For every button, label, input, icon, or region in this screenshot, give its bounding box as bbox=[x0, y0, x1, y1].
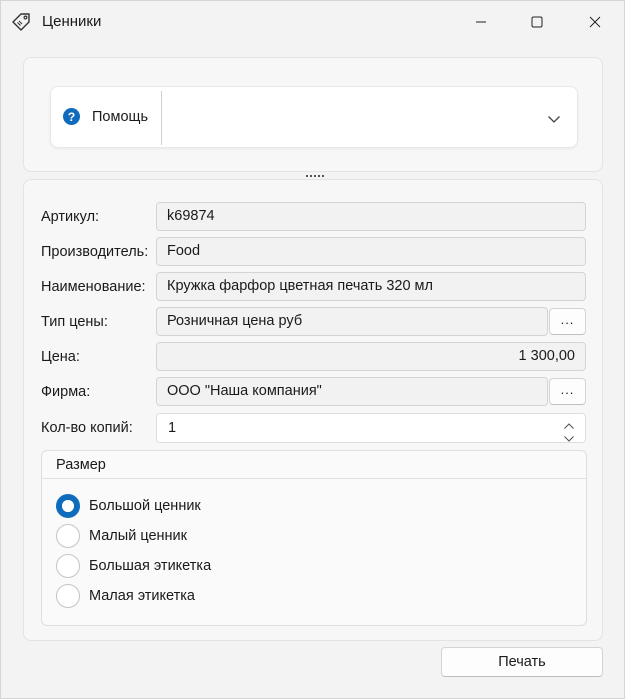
maximize-button[interactable] bbox=[509, 1, 565, 43]
name-field[interactable]: Кружка фарфор цветная печать 320 мл bbox=[156, 272, 586, 301]
radio-button[interactable] bbox=[56, 554, 80, 578]
close-icon bbox=[589, 16, 601, 28]
question-circle-icon: ? bbox=[63, 108, 80, 125]
price-type-field[interactable]: Розничная цена руб bbox=[156, 307, 548, 336]
radio-label: Большая этикетка bbox=[89, 558, 212, 574]
firm-label: Фирма: bbox=[41, 384, 91, 400]
article-label: Артикул: bbox=[41, 209, 100, 225]
print-button[interactable]: Печать bbox=[441, 647, 603, 677]
chevron-down-icon[interactable] bbox=[547, 111, 561, 127]
price-type-browse-button[interactable]: ... bbox=[549, 308, 586, 335]
price-type-label: Тип цены: bbox=[41, 314, 108, 330]
minimize-icon bbox=[475, 16, 487, 28]
name-label: Наименование: bbox=[41, 279, 146, 295]
size-group-title: Размер bbox=[56, 457, 106, 473]
radio-button-checked[interactable] bbox=[56, 494, 80, 518]
firm-field[interactable]: ООО "Наша компания" bbox=[156, 377, 548, 406]
size-group: Размер Большой ценник Малый ценник Больш… bbox=[41, 450, 587, 626]
copies-stepper[interactable]: 1 bbox=[156, 413, 586, 443]
title-bar[interactable]: Ценники bbox=[1, 1, 624, 43]
window: Ценники ? Помощь Артикул: k69874 Произво… bbox=[0, 0, 625, 699]
help-label: Помощь bbox=[92, 109, 149, 125]
panel-splitter[interactable] bbox=[304, 171, 324, 179]
maximize-icon bbox=[531, 16, 543, 28]
help-expander[interactable]: ? Помощь bbox=[50, 86, 578, 148]
price-field[interactable]: 1 300,00 bbox=[156, 342, 586, 371]
form-panel: Артикул: k69874 Производитель: Food Наим… bbox=[23, 179, 603, 641]
radio-large-label[interactable]: Большая этикетка bbox=[56, 554, 356, 580]
radio-button[interactable] bbox=[56, 584, 80, 608]
close-button[interactable] bbox=[567, 1, 623, 43]
radio-label: Малый ценник bbox=[89, 528, 187, 544]
size-group-divider bbox=[42, 478, 586, 479]
minimize-button[interactable] bbox=[453, 1, 509, 43]
manufacturer-field[interactable]: Food bbox=[156, 237, 586, 266]
price-tag-icon bbox=[10, 12, 32, 34]
copies-label: Кол-во копий: bbox=[41, 420, 133, 436]
window-title: Ценники bbox=[42, 13, 102, 30]
manufacturer-label: Производитель: bbox=[41, 244, 149, 260]
radio-label: Малая этикетка bbox=[89, 588, 195, 604]
radio-label: Большой ценник bbox=[89, 498, 201, 514]
radio-large-price-tag[interactable]: Большой ценник bbox=[56, 494, 356, 520]
firm-browse-button[interactable]: ... bbox=[549, 378, 586, 405]
radio-small-label[interactable]: Малая этикетка bbox=[56, 584, 356, 610]
article-field[interactable]: k69874 bbox=[156, 202, 586, 231]
copies-value[interactable]: 1 bbox=[168, 420, 176, 436]
price-label: Цена: bbox=[41, 349, 80, 365]
help-panel: ? Помощь bbox=[23, 57, 603, 172]
radio-small-price-tag[interactable]: Малый ценник bbox=[56, 524, 356, 550]
chevron-down-icon[interactable] bbox=[563, 430, 575, 446]
help-divider bbox=[161, 91, 162, 145]
radio-button[interactable] bbox=[56, 524, 80, 548]
